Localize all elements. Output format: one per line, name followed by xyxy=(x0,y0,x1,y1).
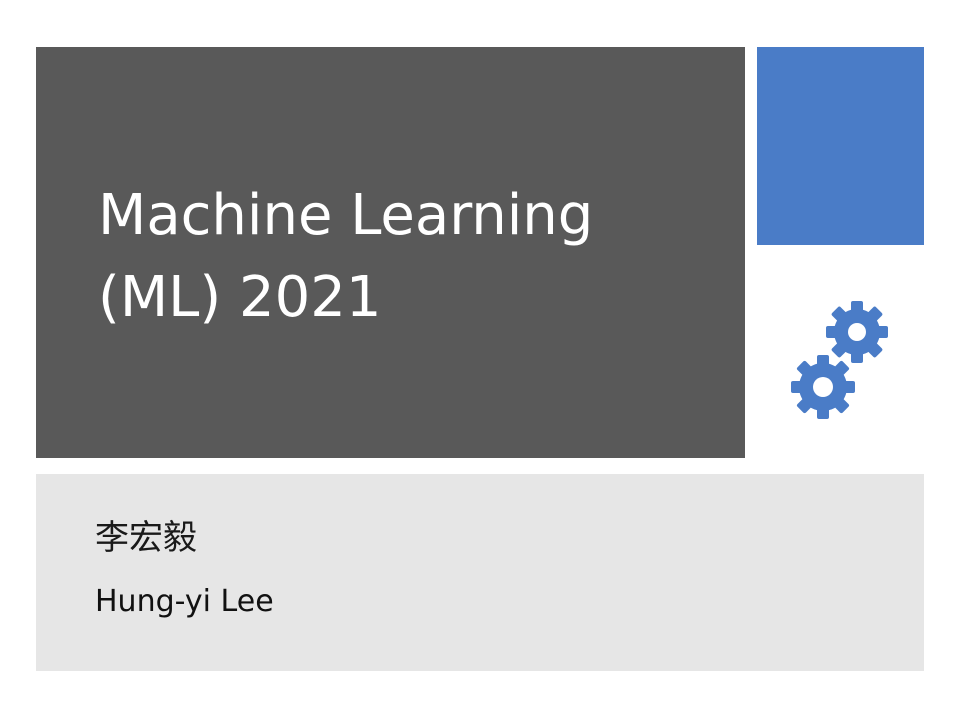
upper-gear-icon xyxy=(826,301,888,363)
slide-title-line-1: Machine Learning xyxy=(98,183,594,248)
title-slide: Machine Learning (ML) 2021 李宏毅 Hung-yi L… xyxy=(0,0,960,720)
slide-title: Machine Learning (ML) 2021 xyxy=(98,175,718,339)
gears-icon xyxy=(785,296,895,424)
subtitle-panel: 李宏毅 Hung-yi Lee xyxy=(36,474,924,671)
accent-square xyxy=(757,47,924,245)
title-panel: Machine Learning (ML) 2021 xyxy=(36,47,745,458)
author-name-english: Hung-yi Lee xyxy=(95,584,274,619)
slide-title-line-2: (ML) 2021 xyxy=(98,265,382,330)
lower-gear-icon xyxy=(791,355,855,419)
author-name-chinese: 李宏毅 xyxy=(95,518,197,558)
